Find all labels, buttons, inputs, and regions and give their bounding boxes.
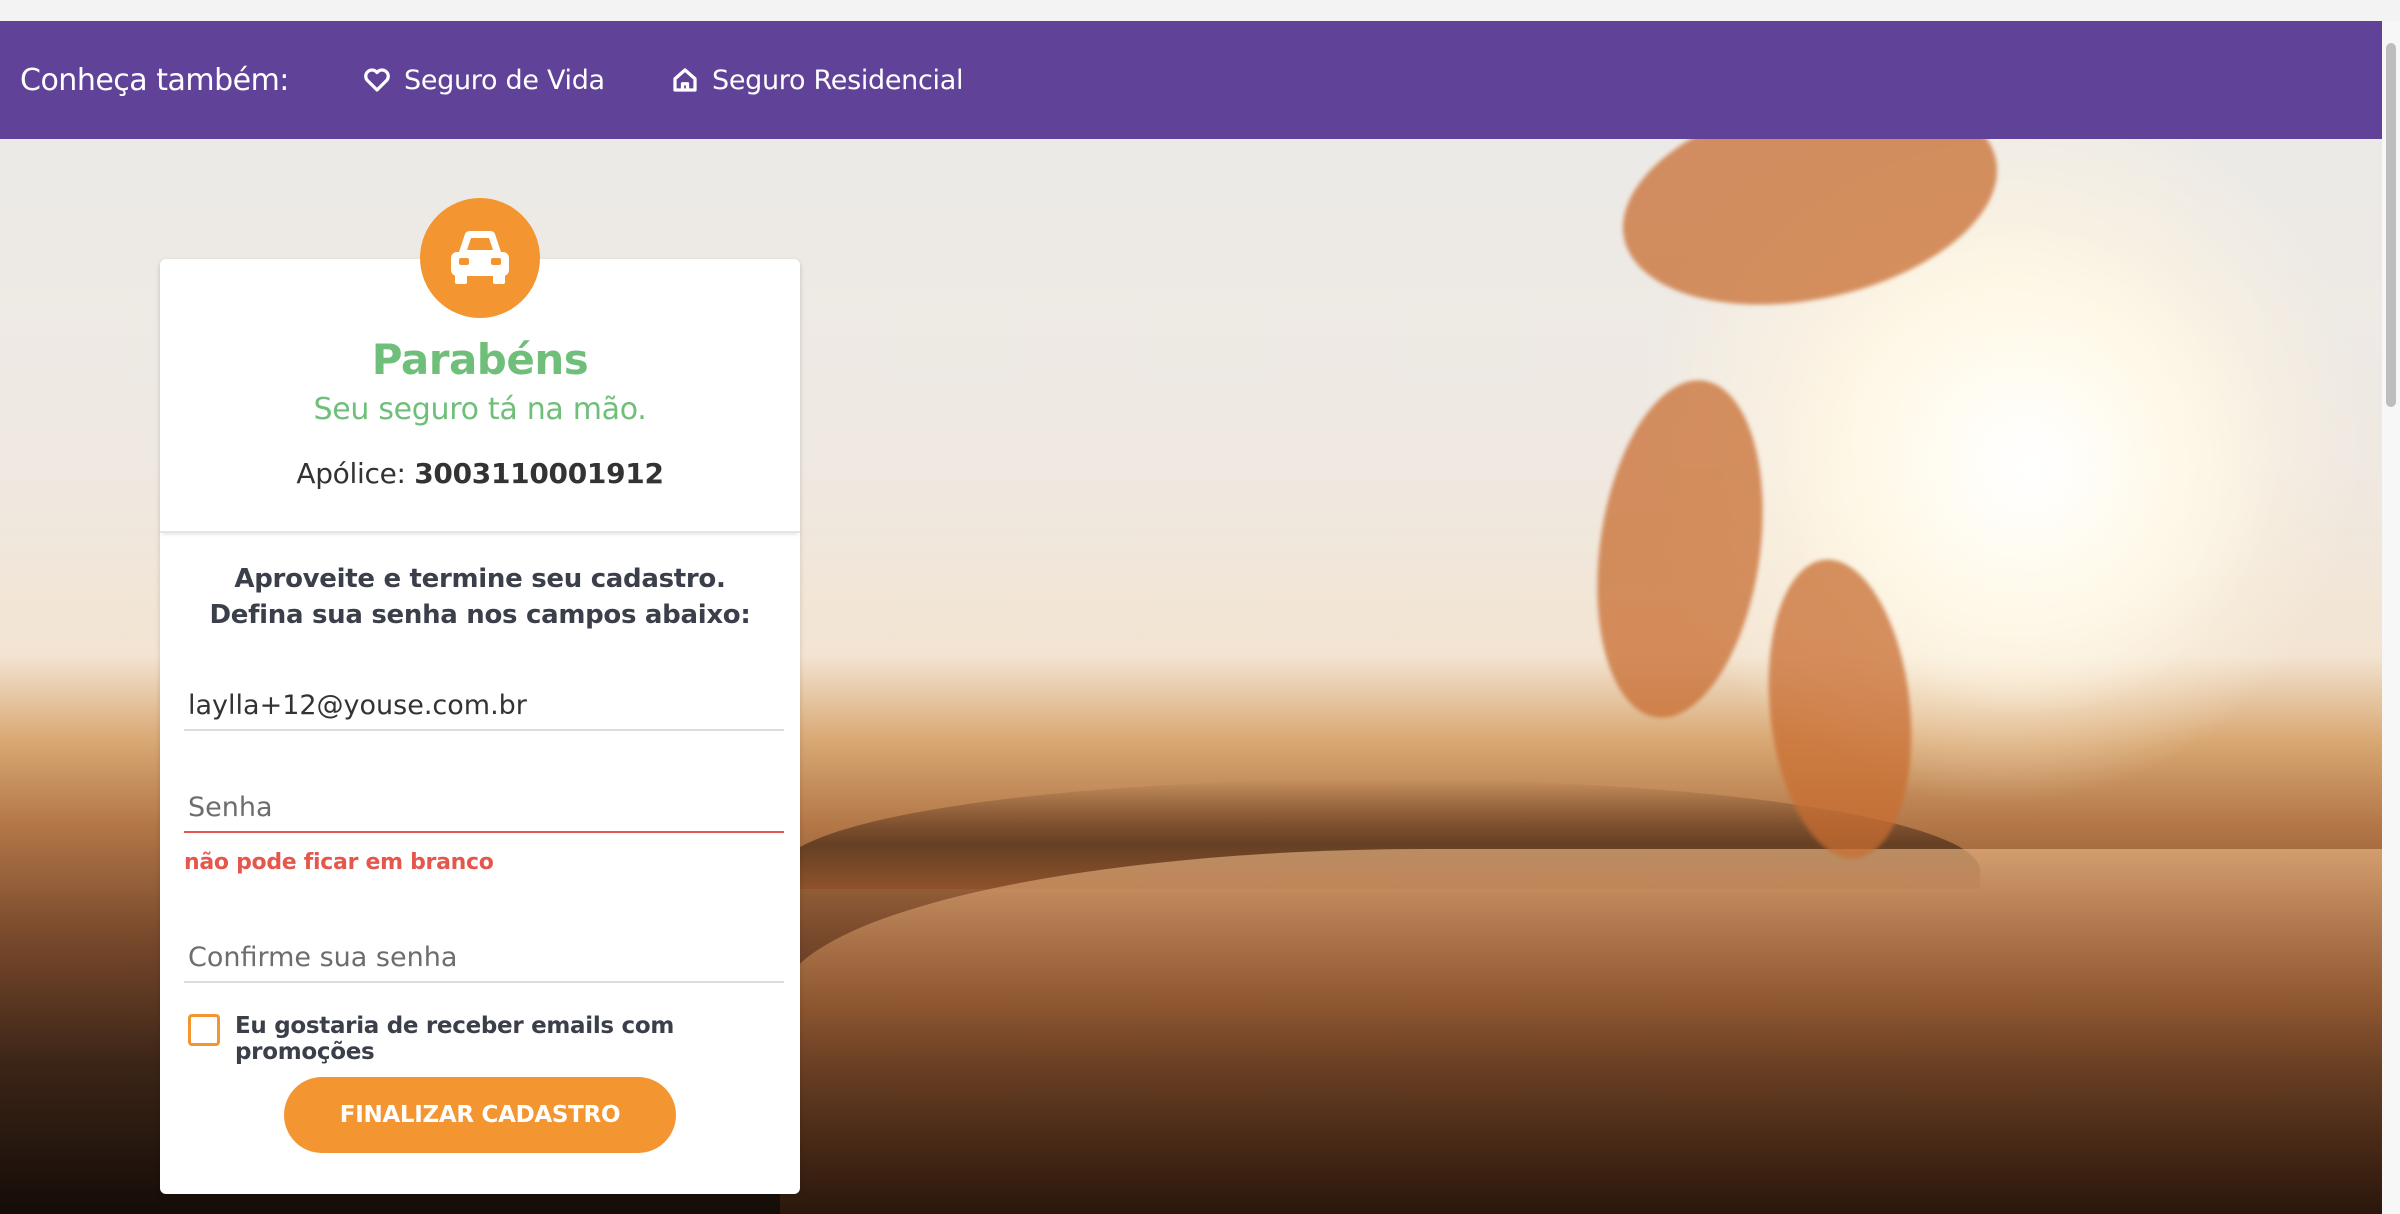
password-error: não pode ficar em branco — [184, 850, 494, 875]
finalize-signup-button[interactable]: FINALIZAR CADASTRO — [284, 1077, 676, 1153]
car-icon — [451, 231, 509, 284]
seguro-residencial-link[interactable]: Seguro Residencial — [670, 21, 964, 139]
instructions-line-2: Defina sua senha nos campos abaixo: — [209, 600, 751, 630]
topbar-label: Conheça também: — [20, 62, 289, 98]
promo-topbar: Conheça também: Seguro de Vida Seguro Re… — [0, 21, 2400, 139]
email-field[interactable] — [184, 681, 784, 731]
signup-card: Parabéns Seu seguro tá na mão. Apólice: … — [160, 259, 800, 1194]
promo-emails-checkbox[interactable] — [188, 1014, 220, 1046]
confirm-password-field[interactable] — [184, 933, 784, 983]
congrats-title: Parabéns — [371, 335, 589, 384]
home-icon — [673, 68, 697, 92]
heart-icon — [364, 68, 390, 92]
browser-top-strip — [0, 0, 2400, 21]
car-badge — [420, 198, 540, 318]
lake-water — [780, 849, 2400, 1214]
seguro-de-vida-link[interactable]: Seguro de Vida — [362, 21, 605, 139]
page-scrollbar[interactable] — [2382, 21, 2400, 1214]
seguro-de-vida-label: Seguro de Vida — [404, 64, 605, 96]
promo-emails-label[interactable]: Eu gostaria de receber emails com promoç… — [235, 1013, 800, 1065]
policy-value: 3003110001912 — [414, 457, 664, 490]
signup-instructions: Aproveite e termine seu cadastro. Defina… — [160, 561, 800, 633]
password-field[interactable] — [184, 783, 784, 833]
policy-label: Apólice: — [296, 457, 406, 490]
instructions-line-1: Aproveite e termine seu cadastro. — [234, 564, 726, 594]
policy-number: Apólice: 3003110001912 — [160, 457, 800, 490]
jumper-figure — [1577, 369, 1783, 729]
seguro-residencial-label: Seguro Residencial — [712, 64, 964, 96]
scrollbar-thumb[interactable] — [2386, 43, 2396, 407]
congrats-subtitle: Seu seguro tá na mão. — [313, 392, 647, 427]
